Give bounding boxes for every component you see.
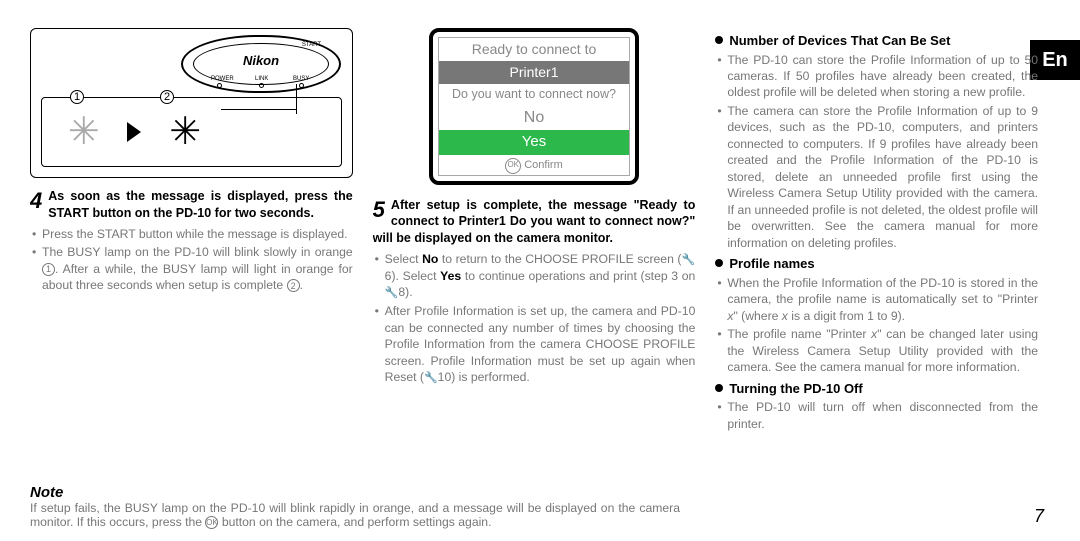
sec-off-b1: The PD-10 will turn off when disconnecte… xyxy=(727,399,1038,432)
sec-devices-list: The PD-10 can store the Profile Informat… xyxy=(715,52,1038,252)
dialog-line-1: Ready to connect to xyxy=(439,38,629,61)
power-label: POWER xyxy=(211,75,234,83)
ok-icon: OK xyxy=(505,158,521,174)
step-5-bullet-2: After Profile Information is set up, the… xyxy=(385,303,696,386)
sec-devices-head: Number of Devices That Can Be Set xyxy=(715,32,1038,50)
content-columns: Nikon POWER LINK BUSY START 1 2 xyxy=(30,20,1050,531)
arrow-right-icon xyxy=(127,122,141,142)
dialog-confirm-row: OK Confirm xyxy=(439,155,629,175)
ok-button-inline-icon: OK xyxy=(205,516,218,529)
step-4-bullets: Press the START button while the message… xyxy=(30,226,353,294)
note-title: Note xyxy=(30,484,680,501)
adapter-outline: Nikon POWER LINK BUSY START xyxy=(181,35,341,93)
sec-devices-b1: The PD-10 can store the Profile Informat… xyxy=(727,52,1038,101)
camera-dialog: Ready to connect to Printer1 Do you want… xyxy=(429,28,639,185)
device-illustration: Nikon POWER LINK BUSY START 1 2 xyxy=(30,28,353,178)
step-5-number: 5 xyxy=(373,197,385,225)
step-5: 5 After setup is complete, the message "… xyxy=(373,197,696,248)
busy-label: BUSY xyxy=(293,75,309,83)
dialog-option-no: No xyxy=(439,105,629,131)
note-block: Note If setup fails, the BUSY lamp on th… xyxy=(30,478,680,529)
dialog-option-yes: Yes xyxy=(439,130,629,154)
sec-profile-b1: When the Profile Information of the PD-1… xyxy=(727,275,1038,324)
start-label: START xyxy=(302,41,321,49)
note-body: If setup fails, the BUSY lamp on the PD-… xyxy=(30,501,680,529)
brand-label: Nikon xyxy=(183,52,339,70)
step-5-bullet-1: Select No to return to the CHOOSE PROFIL… xyxy=(385,251,696,301)
step-4-bullet-2: The BUSY lamp on the PD-10 will blink sl… xyxy=(42,244,353,293)
sec-profile-list: When the Profile Information of the PD-1… xyxy=(715,275,1038,376)
sec-profile-head: Profile names xyxy=(715,255,1038,273)
step-4: 4 As soon as the message is displayed, p… xyxy=(30,188,353,222)
column-3: Number of Devices That Can Be Set The PD… xyxy=(715,20,1050,531)
link-label: LINK xyxy=(255,75,268,83)
column-1: Nikon POWER LINK BUSY START 1 2 xyxy=(30,20,353,531)
manual-page: En Nikon POWER LINK BUSY START 1 2 xyxy=(0,0,1080,541)
step-4-number: 4 xyxy=(30,188,42,216)
sec-profile-b2: The profile name "Printer x" can be chan… xyxy=(727,326,1038,375)
step-4-bullet-1: Press the START button while the message… xyxy=(42,226,353,242)
dialog-confirm-label: Confirm xyxy=(524,158,563,173)
dialog-line-3: Do you want to connect now? xyxy=(439,84,629,105)
step-4-heading: As soon as the message is displayed, pre… xyxy=(30,188,353,222)
callout-2: 2 xyxy=(160,90,174,104)
lamp-blink-icon xyxy=(64,112,104,152)
page-number: 7 xyxy=(1034,506,1044,527)
sec-off-list: The PD-10 will turn off when disconnecte… xyxy=(715,399,1038,432)
callout-1: 1 xyxy=(70,90,84,104)
sec-devices-b2: The camera can store the Profile Informa… xyxy=(727,103,1038,251)
step-5-heading: After setup is complete, the message "Re… xyxy=(373,197,696,248)
sec-off-head: Turning the PD-10 Off xyxy=(715,380,1038,398)
lamp-solid-icon xyxy=(165,112,205,152)
column-2: Ready to connect to Printer1 Do you want… xyxy=(373,20,696,531)
dialog-line-2: Printer1 xyxy=(439,61,629,84)
step-5-bullets: Select No to return to the CHOOSE PROFIL… xyxy=(373,251,696,386)
